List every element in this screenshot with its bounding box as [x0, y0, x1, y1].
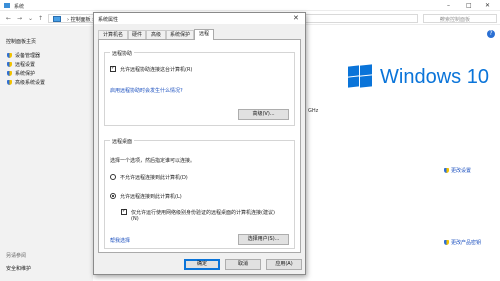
checkmark-icon: ✓ — [111, 65, 116, 71]
tab-advanced[interactable]: 高级 — [146, 30, 166, 39]
minimize-button[interactable]: – — [447, 2, 450, 9]
shield-icon — [7, 62, 12, 67]
advanced-button[interactable]: 高级(V)... — [238, 109, 289, 120]
dialog-close-button[interactable]: ✕ — [293, 14, 299, 22]
breadcrumb[interactable]: › 控制面板 › — [67, 16, 94, 23]
allow-remote-assistance-checkbox[interactable]: ✓ — [110, 65, 116, 72]
tab-remote[interactable]: 远程 — [194, 29, 214, 40]
disallow-remote-radio[interactable] — [110, 174, 116, 180]
remote-assistance-info-link[interactable]: 启用远程协助时会发生什么情况? — [110, 87, 183, 94]
system-app-icon — [4, 3, 10, 8]
nla-checkbox[interactable]: ✓ — [121, 208, 127, 215]
up-arrow-icon[interactable]: ↑ — [38, 15, 43, 22]
remote-desktop-title: 远程桌面 — [110, 138, 135, 145]
sidebar-item-system-protection[interactable]: 系统保护 — [7, 70, 35, 77]
checkmark-icon: ✓ — [122, 208, 127, 214]
nla-label-line1[interactable]: 仅允许运行使用网络级别身份验证的远程桌面的计算机连接(建议) — [131, 209, 275, 216]
control-panel-home-link[interactable]: 控制面板主页 — [6, 38, 36, 45]
shield-icon — [7, 80, 12, 85]
windows-flag-icon — [348, 64, 372, 89]
see-also-heading: 另请参阅 — [6, 253, 27, 259]
tab-strip: 计算机名 硬件 高级 系统保护 远程 — [98, 29, 303, 40]
remote-assistance-title: 远程协助 — [110, 50, 135, 57]
left-nav-pane: 控制面板主页 设备管理器 远程设置 系统保护 高级系统设置 另请参阅 安全和维护 — [0, 26, 93, 281]
maximize-button[interactable]: □ — [466, 2, 472, 9]
ok-button[interactable]: 确定 — [184, 259, 220, 270]
recent-chevron-icon[interactable]: ⌄ — [28, 15, 33, 22]
sidebar-item-device-manager[interactable]: 设备管理器 — [7, 52, 40, 59]
windows-logo-text: Windows 10 — [380, 66, 489, 88]
cancel-button[interactable]: 取消 — [225, 259, 261, 270]
shield-icon — [7, 71, 12, 76]
system-window-title: 系统 — [14, 4, 25, 10]
security-maintenance-link[interactable]: 安全和维护 — [6, 265, 31, 272]
dialog-title: 系统属性 — [98, 17, 119, 23]
select-users-button[interactable]: 选择用户(S)... — [238, 234, 289, 245]
dialog-titlebar: 系统属性 ✕ — [94, 13, 305, 24]
nla-label-line2[interactable]: (N) — [131, 216, 139, 222]
windows-logo: Windows 10 — [348, 64, 490, 92]
processor-speed-fragment: GHz — [308, 108, 319, 114]
search-icon[interactable]: ⌕ — [440, 16, 492, 22]
search-input[interactable]: 搜索控制面板 ⌕ — [423, 14, 497, 23]
allow-remote-label[interactable]: 允许远程连接到此计算机(L) — [120, 193, 182, 200]
shield-icon — [7, 53, 12, 58]
remote-desktop-instruction: 选择一个选项，然后指定谁可以连接。 — [110, 158, 196, 164]
change-product-key-link[interactable]: 更改产品密钥 — [444, 239, 481, 246]
sidebar-item-advanced-settings[interactable]: 高级系统设置 — [7, 79, 45, 86]
allow-remote-radio[interactable] — [110, 193, 116, 199]
help-icon[interactable]: ? — [487, 30, 495, 38]
apply-button[interactable]: 应用(A) — [266, 259, 302, 270]
tab-computer-name[interactable]: 计算机名 — [98, 30, 128, 39]
radio-selected-dot — [112, 195, 114, 197]
remote-desktop-group: 远程桌面 选择一个选项，然后指定谁可以连接。 不允许远程连接到此计算机(D) 允… — [104, 138, 295, 249]
system-properties-dialog: 系统属性 ✕ 计算机名 硬件 高级 系统保护 远程 远程协助 ✓ 允许远程协助连… — [93, 12, 306, 275]
forward-arrow-icon[interactable]: → — [17, 15, 22, 22]
help-me-choose-link[interactable]: 帮我选择 — [110, 237, 130, 244]
sidebar-item-remote-settings[interactable]: 远程设置 — [7, 61, 35, 68]
system-window-titlebar: 系统 – □ ✕ — [0, 0, 500, 11]
change-settings-link[interactable]: 更改设置 — [444, 167, 471, 174]
tab-system-protection[interactable]: 系统保护 — [166, 30, 194, 39]
remote-assistance-group: 远程协助 ✓ 允许远程协助连接这台计算机(R) 启用远程协助时会发生什么情况? … — [104, 50, 295, 126]
monitor-icon — [53, 16, 61, 22]
shield-icon — [444, 168, 449, 173]
shield-icon — [444, 240, 449, 245]
remote-tab-panel: 远程协助 ✓ 允许远程协助连接这台计算机(R) 启用远程协助时会发生什么情况? … — [98, 39, 301, 253]
close-window-button[interactable]: ✕ — [485, 2, 490, 9]
allow-remote-assistance-label[interactable]: 允许远程协助连接这台计算机(R) — [120, 66, 192, 73]
tab-hardware[interactable]: 硬件 — [128, 30, 146, 39]
back-arrow-icon[interactable]: ← — [6, 15, 11, 22]
disallow-remote-label[interactable]: 不允许远程连接到此计算机(D) — [120, 174, 188, 181]
